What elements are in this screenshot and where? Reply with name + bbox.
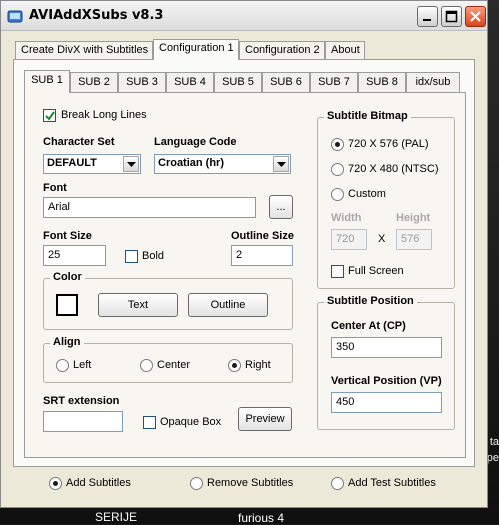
minimize-button[interactable]	[417, 6, 438, 27]
res-custom-label: Custom	[348, 188, 386, 200]
remove-subtitles-label: Remove Subtitles	[207, 477, 294, 489]
align-center-label: Center	[157, 359, 191, 371]
tab-create-divx[interactable]: Create DivX with Subtitles	[15, 41, 153, 59]
subtitle-bitmap-title: Subtitle Bitmap	[324, 110, 411, 122]
language-code-dropdown-button[interactable]	[273, 156, 289, 172]
tab-sub-1[interactable]: SUB 1	[24, 70, 70, 93]
opaque-box-label: Opaque Box	[160, 416, 222, 428]
font-label: Font	[43, 182, 67, 194]
tab-sub-8[interactable]: SUB 8	[358, 72, 406, 92]
color-group-title: Color	[50, 271, 85, 283]
text-color-button[interactable]: Text	[98, 293, 178, 317]
subtitle-bitmap-group: Subtitle Bitmap 720 X 576 (PAL) 720 X 48…	[317, 110, 455, 289]
desktop-side-text-2: pe	[486, 452, 499, 464]
vertical-position-label: Vertical Position (VP)	[331, 375, 442, 387]
desktop-icon-label-furious[interactable]: furious 4	[238, 511, 284, 525]
character-set-select[interactable]: DEFAULT	[43, 154, 141, 174]
window-title: AVIAddXSubs v8.3	[29, 8, 164, 23]
break-long-lines-label: Break Long Lines	[61, 109, 147, 121]
tab-sub-3[interactable]: SUB 3	[118, 72, 166, 92]
app-window: AVIAddXSubs v8.3 Create DivX with Subtit…	[0, 0, 488, 508]
width-field[interactable]: 720	[331, 229, 367, 250]
tab-sub-4[interactable]: SUB 4	[166, 72, 214, 92]
font-size-label: Font Size	[43, 230, 92, 242]
tab-sub-6[interactable]: SUB 6	[262, 72, 310, 92]
srt-extension-label: SRT extension	[43, 395, 120, 407]
outline-color-button[interactable]: Outline	[188, 293, 268, 317]
full-screen-label: Full Screen	[348, 265, 404, 277]
align-group-title: Align	[50, 336, 84, 348]
res-pal-label: 720 X 576 (PAL)	[348, 138, 429, 150]
tab-configuration-1[interactable]: Configuration 1	[153, 39, 239, 60]
add-subtitles-radio[interactable]	[49, 477, 62, 490]
desktop-icon-label-serije[interactable]: SERIJE	[95, 510, 137, 524]
tab-idx-sub[interactable]: idx/sub	[406, 72, 460, 92]
vertical-position-field[interactable]: 450	[331, 392, 442, 413]
color-group: Color Text Outline	[43, 271, 293, 330]
preview-button[interactable]: Preview	[238, 407, 292, 431]
character-set-value: DEFAULT	[47, 157, 97, 169]
subtitle-position-group: Subtitle Position Center At (CP) 350 Ver…	[317, 295, 455, 430]
align-right-label: Right	[245, 359, 271, 371]
font-browse-button[interactable]: ...	[269, 195, 293, 219]
srt-extension-field[interactable]	[43, 411, 123, 432]
add-test-subtitles-label: Add Test Subtitles	[348, 477, 436, 489]
outline-size-label: Outline Size	[231, 230, 294, 242]
res-custom-radio[interactable]	[331, 188, 344, 201]
sub-1-panel: Break Long Lines Character Set DEFAULT L…	[24, 92, 466, 458]
chevron-down-icon	[127, 162, 136, 167]
language-code-select[interactable]: Croatian (hr)	[154, 154, 291, 174]
center-at-label: Center At (CP)	[331, 320, 406, 332]
height-label: Height	[396, 212, 431, 224]
character-set-dropdown-button[interactable]	[123, 156, 139, 172]
maximize-button[interactable]	[441, 6, 462, 27]
align-left-radio[interactable]	[56, 359, 69, 372]
font-field[interactable]: Arial	[43, 197, 256, 218]
full-screen-checkbox[interactable]	[331, 265, 344, 278]
center-at-field[interactable]: 350	[331, 337, 442, 358]
align-center-radio[interactable]	[140, 359, 153, 372]
close-button[interactable]	[465, 6, 486, 27]
tab-about[interactable]: About	[325, 41, 365, 59]
maximize-icon	[445, 10, 458, 23]
minimize-icon	[423, 19, 431, 21]
remove-subtitles-radio[interactable]	[190, 477, 203, 490]
add-test-subtitles-radio[interactable]	[331, 477, 344, 490]
chevron-down-icon	[277, 162, 286, 167]
title-bar[interactable]: AVIAddXSubs v8.3	[1, 1, 487, 31]
dimension-separator: X	[378, 233, 386, 245]
tab-configuration-2[interactable]: Configuration 2	[239, 41, 325, 59]
res-pal-radio[interactable]	[331, 138, 344, 151]
app-icon	[7, 10, 23, 23]
font-size-field[interactable]: 25	[43, 245, 106, 266]
bold-checkbox[interactable]	[125, 250, 138, 263]
language-code-label: Language Code	[154, 136, 237, 148]
desktop-side-text-1: ta	[489, 436, 499, 448]
break-long-lines-checkbox[interactable]	[43, 109, 56, 122]
color-swatch[interactable]	[56, 294, 78, 316]
tab-sub-5[interactable]: SUB 5	[214, 72, 262, 92]
tab-sub-7[interactable]: SUB 7	[310, 72, 358, 92]
checkmark-icon	[45, 111, 55, 121]
res-ntsc-radio[interactable]	[331, 163, 344, 176]
outline-size-field[interactable]: 2	[231, 245, 293, 266]
character-set-label: Character Set	[43, 136, 115, 148]
res-ntsc-label: 720 X 480 (NTSC)	[348, 163, 439, 175]
subtitle-position-title: Subtitle Position	[324, 295, 417, 307]
bold-label: Bold	[142, 250, 165, 262]
align-right-radio[interactable]	[228, 359, 241, 372]
configuration-panel: SUB 1 SUB 2 SUB 3 SUB 4 SUB 5 SUB 6 SUB …	[13, 59, 475, 467]
width-label: Width	[331, 212, 362, 224]
height-field[interactable]: 576	[396, 229, 432, 250]
language-code-value: Croatian (hr)	[158, 157, 224, 169]
align-left-label: Left	[73, 359, 92, 371]
opaque-box-checkbox[interactable]	[143, 416, 156, 429]
tab-sub-2[interactable]: SUB 2	[70, 72, 118, 92]
align-group: Align Left Center Right	[43, 336, 293, 383]
add-subtitles-label: Add Subtitles	[66, 477, 131, 489]
close-icon	[470, 11, 481, 22]
